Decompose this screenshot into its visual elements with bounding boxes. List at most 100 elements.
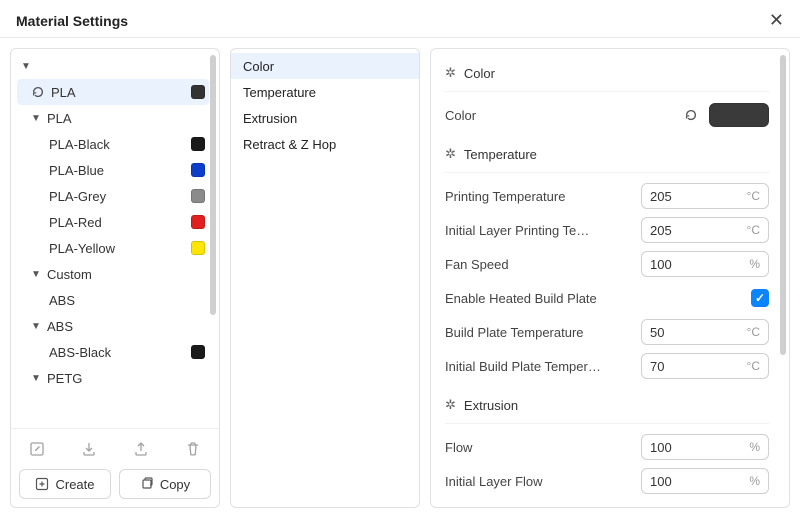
material-tree-footer: Create Copy [11, 428, 219, 507]
reset-icon[interactable] [681, 105, 701, 125]
header-divider [0, 37, 800, 38]
chevron-down-icon[interactable]: ▼ [31, 321, 41, 332]
material-pla-root[interactable]: PLA [17, 79, 209, 105]
material-child-row[interactable]: ABS-Black [17, 339, 209, 365]
color-swatch [191, 137, 205, 151]
edit-icon[interactable] [25, 437, 49, 461]
unit-label: °C [747, 189, 760, 203]
value-input[interactable] [650, 223, 741, 238]
material-label: PLA-Red [49, 215, 185, 230]
unit-label: % [749, 440, 760, 454]
material-label: PETG [47, 371, 205, 386]
color-swatch [191, 189, 205, 203]
value-input[interactable] [650, 474, 743, 489]
unit-label: % [749, 257, 760, 271]
material-label: Custom [47, 267, 205, 282]
section-title: Temperature [464, 147, 537, 162]
material-group-custom[interactable]: ▼ Custom [17, 261, 209, 287]
chevron-down-icon[interactable]: ▼ [31, 269, 41, 280]
export-icon[interactable] [129, 437, 153, 461]
gear-icon: ✲ [445, 65, 456, 81]
scrollbar-thumb[interactable] [780, 55, 786, 355]
value-input-wrap[interactable]: °C [641, 183, 769, 209]
setting-label: Build Plate Temperature [445, 325, 633, 340]
chevron-down-icon[interactable]: ▼ [31, 373, 41, 384]
section-nav-item[interactable]: Extrusion [231, 105, 419, 131]
setting-label: Initial Layer Flow [445, 474, 633, 489]
plus-square-icon [35, 477, 49, 491]
import-icon[interactable] [77, 437, 101, 461]
section-nav-item[interactable]: Color [231, 53, 419, 79]
setting-label: Initial Build Plate Temper… [445, 359, 633, 374]
material-label: ABS-Black [49, 345, 185, 360]
dialog-title: Material Settings [16, 13, 128, 29]
material-label: PLA-Grey [49, 189, 185, 204]
material-child-row[interactable]: PLA-Blue [17, 157, 209, 183]
setting-row: Initial Layer Printing Te… °C [445, 213, 769, 247]
value-input-wrap[interactable]: % [641, 468, 769, 494]
setting-heated-plate-row: Enable Heated Build Plate ✓ [445, 281, 769, 315]
section-head-color: ✲ Color [445, 59, 769, 87]
color-swatch [191, 241, 205, 255]
copy-button[interactable]: Copy [119, 469, 211, 499]
value-input-wrap[interactable]: % [641, 251, 769, 277]
value-input-wrap[interactable]: °C [641, 217, 769, 243]
material-group-pla[interactable]: ▼ PLA [17, 105, 209, 131]
material-child-row[interactable]: PLA-Yellow [17, 235, 209, 261]
chevron-down-icon[interactable]: ▼ [31, 113, 41, 124]
material-label: PLA [47, 111, 205, 126]
gear-icon: ✲ [445, 146, 456, 162]
material-child-row[interactable]: PLA-Red [17, 209, 209, 235]
setting-label: Fan Speed [445, 257, 633, 272]
create-button[interactable]: Create [19, 469, 111, 499]
setting-row: Initial Build Plate Temper… °C [445, 349, 769, 383]
unit-label: °C [747, 359, 760, 373]
value-input-wrap[interactable]: % [641, 434, 769, 460]
unit-label: °C [747, 325, 760, 339]
section-nav-item[interactable]: Temperature [231, 79, 419, 105]
material-tree-scroll: ▼ PLA ▼ PLA PLA-Black PLA-Blue PLA-Grey PLA… [11, 49, 219, 428]
setting-row: Initial Layer Flow% [445, 464, 769, 498]
section-head-temperature: ✲ Temperature [445, 140, 769, 168]
value-input[interactable] [650, 440, 743, 455]
main-columns: ▼ PLA ▼ PLA PLA-Black PLA-Blue PLA-Grey PLA… [0, 48, 800, 518]
material-label: ABS [49, 293, 205, 308]
close-button[interactable]: ✕ [769, 10, 784, 31]
material-label: PLA-Yellow [49, 241, 185, 256]
section-nav-panel: ColorTemperatureExtrusionRetract & Z Hop [230, 48, 420, 508]
material-child-row[interactable]: ABS [17, 287, 209, 313]
value-input[interactable] [650, 257, 743, 272]
material-group-abs[interactable]: ▼ ABS [17, 313, 209, 339]
tree-root-row[interactable]: ▼ [17, 53, 209, 79]
material-group-petg[interactable]: ▼ PETG [17, 365, 209, 391]
section-head-extrusion: ✲ Extrusion [445, 391, 769, 419]
setting-label: Initial Layer Printing Te… [445, 223, 633, 238]
copy-button-label: Copy [160, 477, 190, 492]
trash-icon[interactable] [181, 437, 205, 461]
value-input-wrap[interactable]: °C [641, 353, 769, 379]
footer-button-row: Create Copy [19, 469, 211, 499]
refresh-icon[interactable] [31, 85, 45, 99]
color-swatch [191, 163, 205, 177]
material-label: PLA-Blue [49, 163, 185, 178]
checkbox-checked[interactable]: ✓ [751, 289, 769, 307]
setting-row: Flow% [445, 430, 769, 464]
section-divider [445, 172, 769, 173]
material-child-row[interactable]: PLA-Black [17, 131, 209, 157]
value-input[interactable] [650, 359, 741, 374]
value-input[interactable] [650, 325, 741, 340]
setting-row: Build Plate Temperature °C [445, 315, 769, 349]
footer-icon-row [19, 437, 211, 461]
setting-label: Flow [445, 440, 633, 455]
color-swatch [191, 345, 205, 359]
color-chip[interactable] [709, 103, 769, 127]
section-nav-item[interactable]: Retract & Z Hop [231, 131, 419, 157]
value-input-wrap[interactable]: °C [641, 319, 769, 345]
scrollbar-thumb[interactable] [210, 55, 216, 315]
value-input[interactable] [650, 189, 741, 204]
copy-icon [140, 477, 154, 491]
material-tree-panel: ▼ PLA ▼ PLA PLA-Black PLA-Blue PLA-Grey PLA… [10, 48, 220, 508]
setting-label: Printing Temperature [445, 189, 633, 204]
material-child-row[interactable]: PLA-Grey [17, 183, 209, 209]
chevron-down-icon[interactable]: ▼ [21, 61, 31, 72]
